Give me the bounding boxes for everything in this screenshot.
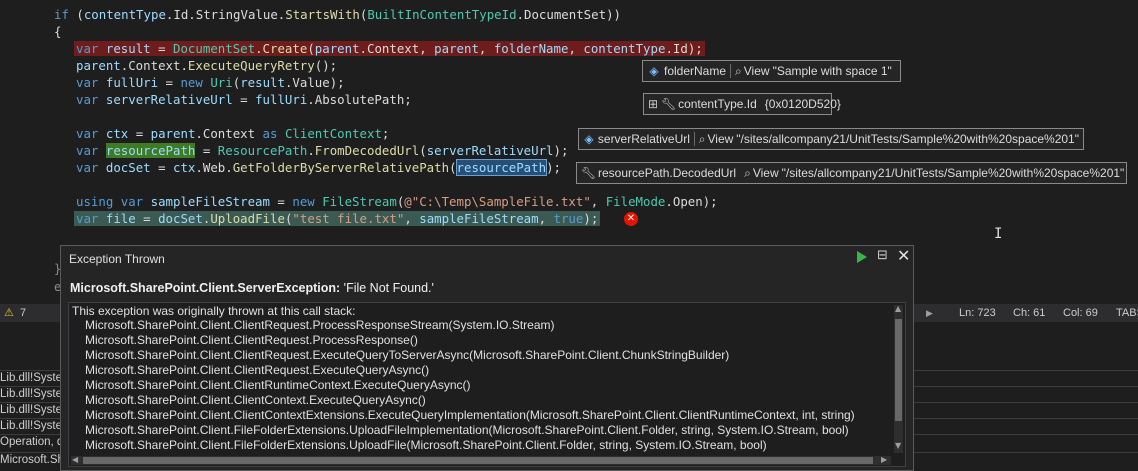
scroll-right-icon[interactable]: ▶ <box>926 304 933 322</box>
exception-popup[interactable]: Exception Thrown ⊟ ✕ Microsoft.SharePoin… <box>60 245 914 471</box>
list-item-text: Microsoft.Sh <box>0 454 64 466</box>
code-line: var serverRelativeUrl = fullUri.Absolute… <box>76 92 412 107</box>
code-line: var ctx = parent.Context as ClientContex… <box>76 126 390 141</box>
datatip-name: serverRelativeUrl <box>597 132 690 146</box>
line-number[interactable]: Ln: 723 <box>959 304 996 322</box>
scrollbar-thumb[interactable] <box>83 457 873 464</box>
warning-icon[interactable]: ⚠ <box>4 304 14 322</box>
list-item-text: Lib.dll!Syste <box>0 372 63 384</box>
horizontal-scrollbar[interactable]: ◀ ▶ <box>71 455 891 465</box>
exception-text: 'File Not Found.' <box>340 281 434 295</box>
code-line: if (contentType.Id.StringValue.StartsWit… <box>54 7 621 22</box>
code-line: var docSet = ctx.Web.GetFolderByServerRe… <box>76 159 561 176</box>
stack-frame[interactable]: Microsoft.SharePoint.Client.ClientRuntim… <box>85 378 471 392</box>
divider <box>730 64 732 78</box>
code-line: var fullUri = new Uri(result.Value); <box>76 75 345 90</box>
code-line: parent.Context.ExecuteQueryRetry(); <box>76 58 338 73</box>
datatip-resourcepath-decodedurl[interactable]: 🔧︎ resourcePath.DecodedUrl ⌕ View "/site… <box>576 162 1127 184</box>
datatip-serverrelativeurl[interactable]: ◈ serverRelativeUrl ⌕ View "/sites/allco… <box>578 128 1084 150</box>
code-line-current: var file = docSet.UploadFile("test file.… <box>74 211 601 226</box>
list-item-text: Lib.dll!Syste <box>0 404 63 416</box>
datatip-contenttype-id[interactable]: ⊞ 🔧︎ contentType.Id {0x0120D520} <box>643 93 841 115</box>
list-item-text: Lib.dll!Syste <box>0 420 63 432</box>
datatip-name: folderName <box>664 64 727 78</box>
scroll-left-icon[interactable]: ◀ <box>72 455 78 464</box>
code-line: using var sampleFileStream = new FileStr… <box>76 194 718 209</box>
call-stack-header: This exception was originally thrown at … <box>72 304 356 318</box>
scroll-right-icon[interactable]: ▶ <box>881 455 887 464</box>
divider <box>693 132 695 146</box>
datatip-value: "/sites/allcompany21/UnitTests/Sample%20… <box>736 132 1079 146</box>
field-icon: ◈ <box>584 132 594 146</box>
code-line: var resourcePath = ResourcePath.FromDeco… <box>76 143 569 158</box>
datatip-value: "Sample with space 1" <box>772 64 892 78</box>
exception-title: Exception Thrown <box>69 252 165 266</box>
stack-frame[interactable]: Microsoft.SharePoint.Client.FileFolderEx… <box>85 438 767 452</box>
char-number[interactable]: Ch: 61 <box>1013 304 1045 322</box>
datatip-foldername[interactable]: ◈ folderName ⌕ View "Sample with space 1… <box>642 60 901 82</box>
indent-mode[interactable]: TABS <box>1116 304 1138 322</box>
exception-type: Microsoft.SharePoint.Client.ServerExcept… <box>70 281 341 295</box>
stack-frame[interactable]: Microsoft.SharePoint.Client.ClientContex… <box>85 408 855 422</box>
visualizer-view-button[interactable]: View <box>753 162 779 184</box>
exception-message[interactable]: Microsoft.SharePoint.Client.ServerExcept… <box>70 281 434 295</box>
stack-frame[interactable]: Microsoft.SharePoint.Client.FileFolderEx… <box>85 423 849 437</box>
close-icon[interactable]: ✕ <box>897 246 910 265</box>
code-line-breakpoint: var result = DocumentSet.Create(parent.C… <box>74 41 705 56</box>
scroll-down-icon[interactable]: ▼ <box>895 441 901 450</box>
magnifier-icon[interactable]: ⌕ <box>699 128 706 150</box>
visualizer-view-button[interactable]: View <box>708 128 734 150</box>
field-icon: ◈ <box>649 64 659 78</box>
list-item-text: Lib.dll!Syste <box>0 388 63 400</box>
stack-frame[interactable]: Microsoft.SharePoint.Client.ClientReques… <box>85 318 555 332</box>
pin-icon[interactable]: ⊟ <box>877 248 888 263</box>
stack-frame[interactable]: Microsoft.SharePoint.Client.ClientContex… <box>85 393 426 407</box>
magnifier-icon[interactable]: ⌕ <box>744 162 751 184</box>
wrench-icon: 🔧︎ <box>581 166 597 180</box>
text-cursor-icon: I <box>994 226 1003 242</box>
stack-frame[interactable]: Microsoft.SharePoint.Client.ClientReques… <box>85 363 429 377</box>
stack-frame[interactable]: Microsoft.SharePoint.Client.ClientReques… <box>85 348 729 362</box>
datatip-name: contentType.Id <box>678 97 757 111</box>
datatip-value: {0x0120D520} <box>764 97 841 111</box>
wrench-icon: 🔧︎ <box>661 97 677 111</box>
expand-icon[interactable]: ⊞ <box>648 97 658 111</box>
magnifier-icon[interactable]: ⌕ <box>735 60 742 82</box>
scrollbar-thumb[interactable] <box>895 319 902 421</box>
vertical-scrollbar[interactable]: ▲ ▼ <box>894 304 903 453</box>
datatip-value: "/sites/allcompany21/UnitTests/Sample%20… <box>781 166 1125 180</box>
stack-frame[interactable]: Microsoft.SharePoint.Client.ClientReques… <box>85 333 418 347</box>
error-icon[interactable]: ✕ <box>624 212 638 226</box>
visualizer-view-button[interactable]: View <box>744 60 770 82</box>
warning-count[interactable]: 7 <box>20 304 26 322</box>
exception-call-stack[interactable]: This exception was originally thrown at … <box>68 302 906 467</box>
column-number[interactable]: Col: 69 <box>1063 304 1098 322</box>
code-line: { <box>54 24 62 39</box>
datatip-name: resourcePath.DecodedUrl <box>598 166 737 180</box>
play-icon[interactable] <box>857 251 867 263</box>
scroll-up-icon[interactable]: ▲ <box>895 304 901 313</box>
list-item-text: Operation, d <box>0 436 64 448</box>
